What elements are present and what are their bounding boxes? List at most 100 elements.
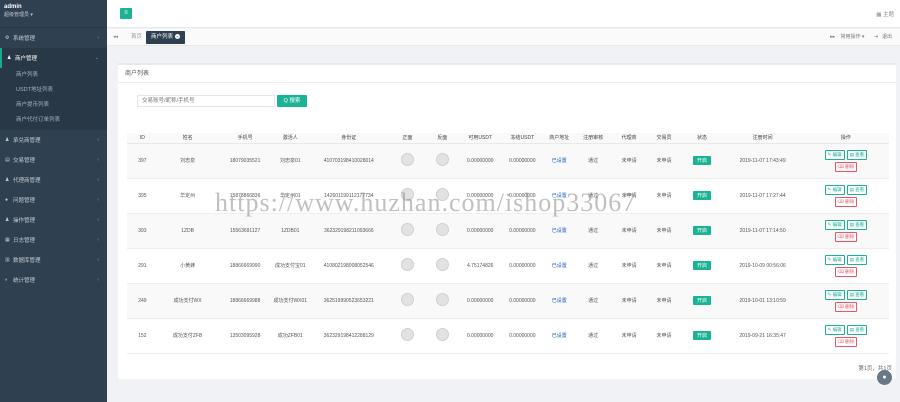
table-row: 291 小黄蜂 18866669990 成功支付宝01 4108021980080525…: [127, 248, 889, 284]
id-photo-front[interactable]: [400, 293, 414, 306]
cell-text: 2019-11-07 17:14:50: [739, 227, 786, 234]
sidebar-item-3[interactable]: ▤ 交易管理 ‹: [0, 150, 107, 170]
cell-activator: 成功ZFB01: [272, 318, 308, 354]
menu-toggle-button[interactable]: ≡: [120, 8, 132, 19]
edit-button[interactable]: ✎ 编辑: [824, 254, 845, 265]
cell-frozen: 0.00000000: [500, 318, 544, 354]
sidebar-item-0[interactable]: ⚙ 系统管理 ‹: [0, 28, 107, 48]
sidebar-item-5[interactable]: ● 问题管理 ‹: [0, 190, 107, 210]
sidebar-item-1[interactable]: ♟ 商户管理 ⌄: [0, 48, 107, 68]
edit-label: 编辑: [832, 326, 842, 332]
top-bar: ≡ ▦ 主题: [107, 0, 900, 28]
delete-button[interactable]: ⌫ 删除: [834, 301, 858, 312]
view-button[interactable]: ▤ 查看: [846, 254, 868, 265]
sidebar-item-4[interactable]: ♟ 代理商管理 ‹: [0, 170, 107, 190]
status-badge[interactable]: 开启: [693, 261, 712, 270]
id-photo-back[interactable]: [435, 188, 449, 201]
chat-float-button[interactable]: ●: [877, 370, 892, 385]
id-photo-front[interactable]: [400, 258, 414, 271]
id-photo-back[interactable]: [435, 293, 449, 306]
status-badge[interactable]: 开启: [693, 296, 712, 305]
address-link[interactable]: 已设置: [552, 263, 567, 269]
sidebar-item-9[interactable]: ◐ 统计管理 ‹: [0, 270, 107, 290]
sidebar-item-label: 统计管理: [13, 278, 36, 284]
edit-button[interactable]: ✎ 编辑: [824, 149, 845, 160]
edit-button[interactable]: ✎ 编辑: [824, 324, 845, 335]
delete-button[interactable]: ⌫ 删除: [834, 336, 858, 347]
tab-scroll-left-icon[interactable]: ◂◂: [113, 34, 118, 40]
id-photo-back[interactable]: [435, 328, 449, 341]
exit-link[interactable]: ⇥ 退出: [870, 34, 892, 40]
tab-scroll-right-icon[interactable]: ▸▸: [830, 34, 835, 40]
sidebar-item-2[interactable]: ♟ 承兑商管理 ‹: [0, 130, 107, 150]
sidebar-item-label: 日志管理: [13, 238, 36, 244]
cell-idphoto-back: [424, 318, 460, 354]
user-role[interactable]: 超级管理员 ▾: [4, 11, 103, 18]
address-link[interactable]: 已设置: [552, 193, 567, 199]
submenu-item-3[interactable]: 商户代付订单列表: [0, 113, 107, 128]
edit-label: 编辑: [832, 186, 842, 192]
cell-text: 362329198412288129: [323, 332, 374, 339]
cell-text: 152: [138, 332, 147, 339]
search-input[interactable]: [137, 95, 275, 107]
address-link[interactable]: 已设置: [552, 228, 567, 234]
id-photo-front[interactable]: [400, 153, 414, 166]
status-badge[interactable]: 开启: [693, 156, 712, 165]
submenu-item-1[interactable]: USDT地址列表: [0, 83, 107, 98]
view-button[interactable]: ▤ 查看: [846, 324, 868, 335]
edit-button[interactable]: ✎ 编辑: [824, 289, 845, 300]
view-button[interactable]: ▤ 查看: [846, 149, 868, 160]
tab-close-icon[interactable]: ×: [175, 34, 181, 39]
tab-home[interactable]: 首页: [126, 31, 147, 44]
tab-merchant-list[interactable]: 商户列表 ×: [146, 31, 186, 44]
address-link[interactable]: 已设置: [552, 158, 567, 164]
cell-addr: 已设置: [543, 283, 575, 319]
cell-addr: 已设置: [543, 248, 575, 284]
cell-id: 395: [127, 178, 158, 214]
view-button[interactable]: ▤ 查看: [846, 289, 868, 300]
status-badge[interactable]: 开启: [693, 226, 712, 235]
edit-button[interactable]: ✎ 编辑: [824, 184, 845, 195]
cell-text: 刘忠泉: [180, 158, 196, 164]
delete-button[interactable]: ⌫ 删除: [834, 266, 858, 277]
submenu-item-2[interactable]: 商户提币列表: [0, 98, 107, 113]
id-photo-front[interactable]: [400, 223, 414, 236]
id-photo-back[interactable]: [435, 258, 449, 271]
delete-button[interactable]: ⌫ 删除: [834, 231, 858, 242]
cell-name: 成功支付WX: [157, 283, 218, 319]
view-label: 查看: [855, 291, 865, 297]
delete-button[interactable]: ⌫ 删除: [834, 161, 858, 172]
user-profile[interactable]: admin 超级管理员 ▾: [0, 0, 107, 28]
status-badge[interactable]: 开启: [693, 191, 712, 200]
submenu-item-0[interactable]: 商户列表: [0, 68, 107, 83]
edit-button[interactable]: ✎ 编辑: [824, 219, 845, 230]
cell-text: 0.00000000: [467, 157, 494, 164]
sidebar-item-7[interactable]: ▦ 日志管理 ‹: [0, 230, 107, 250]
status-badge[interactable]: 开启: [693, 331, 712, 340]
address-link[interactable]: 已设置: [552, 333, 567, 339]
cell-text: 410703198410028014: [323, 157, 374, 164]
theme-button[interactable]: ▦ 主题: [876, 10, 894, 18]
sidebar-item-6[interactable]: ♟ 操作管理 ‹: [0, 210, 107, 230]
sidebar-item-8[interactable]: ▥ 数据库管理 ‹: [0, 250, 107, 270]
id-photo-back[interactable]: [435, 223, 449, 236]
cell-name: 小黄蜂: [157, 248, 218, 284]
id-photo-front[interactable]: [400, 188, 414, 201]
cell-idphoto-front: [389, 248, 425, 284]
cell-text: 2019-10-01 13:10:59: [739, 297, 786, 304]
view-button[interactable]: ▤ 查看: [846, 184, 868, 195]
table-row: 152 成功支付ZFB 13503095928 成功ZFB01 362329198412…: [127, 318, 889, 354]
cell-text: 小黄蜂: [180, 263, 196, 269]
person-icon: ♟: [5, 217, 10, 223]
cell-audit: 通过: [574, 283, 612, 319]
edit-label: 编辑: [832, 221, 842, 227]
view-button[interactable]: ▤ 查看: [846, 219, 868, 230]
search-button[interactable]: Q 搜索: [277, 95, 307, 107]
cell-text: 成功支付WX: [173, 298, 202, 304]
id-photo-back[interactable]: [435, 153, 449, 166]
cell-text: 13503095928: [229, 332, 261, 339]
address-link[interactable]: 已设置: [552, 298, 567, 304]
delete-button[interactable]: ⌫ 删除: [834, 196, 858, 207]
id-photo-front[interactable]: [400, 328, 414, 341]
close-ops-menu[interactable]: 常用操作 ▾: [840, 34, 864, 40]
